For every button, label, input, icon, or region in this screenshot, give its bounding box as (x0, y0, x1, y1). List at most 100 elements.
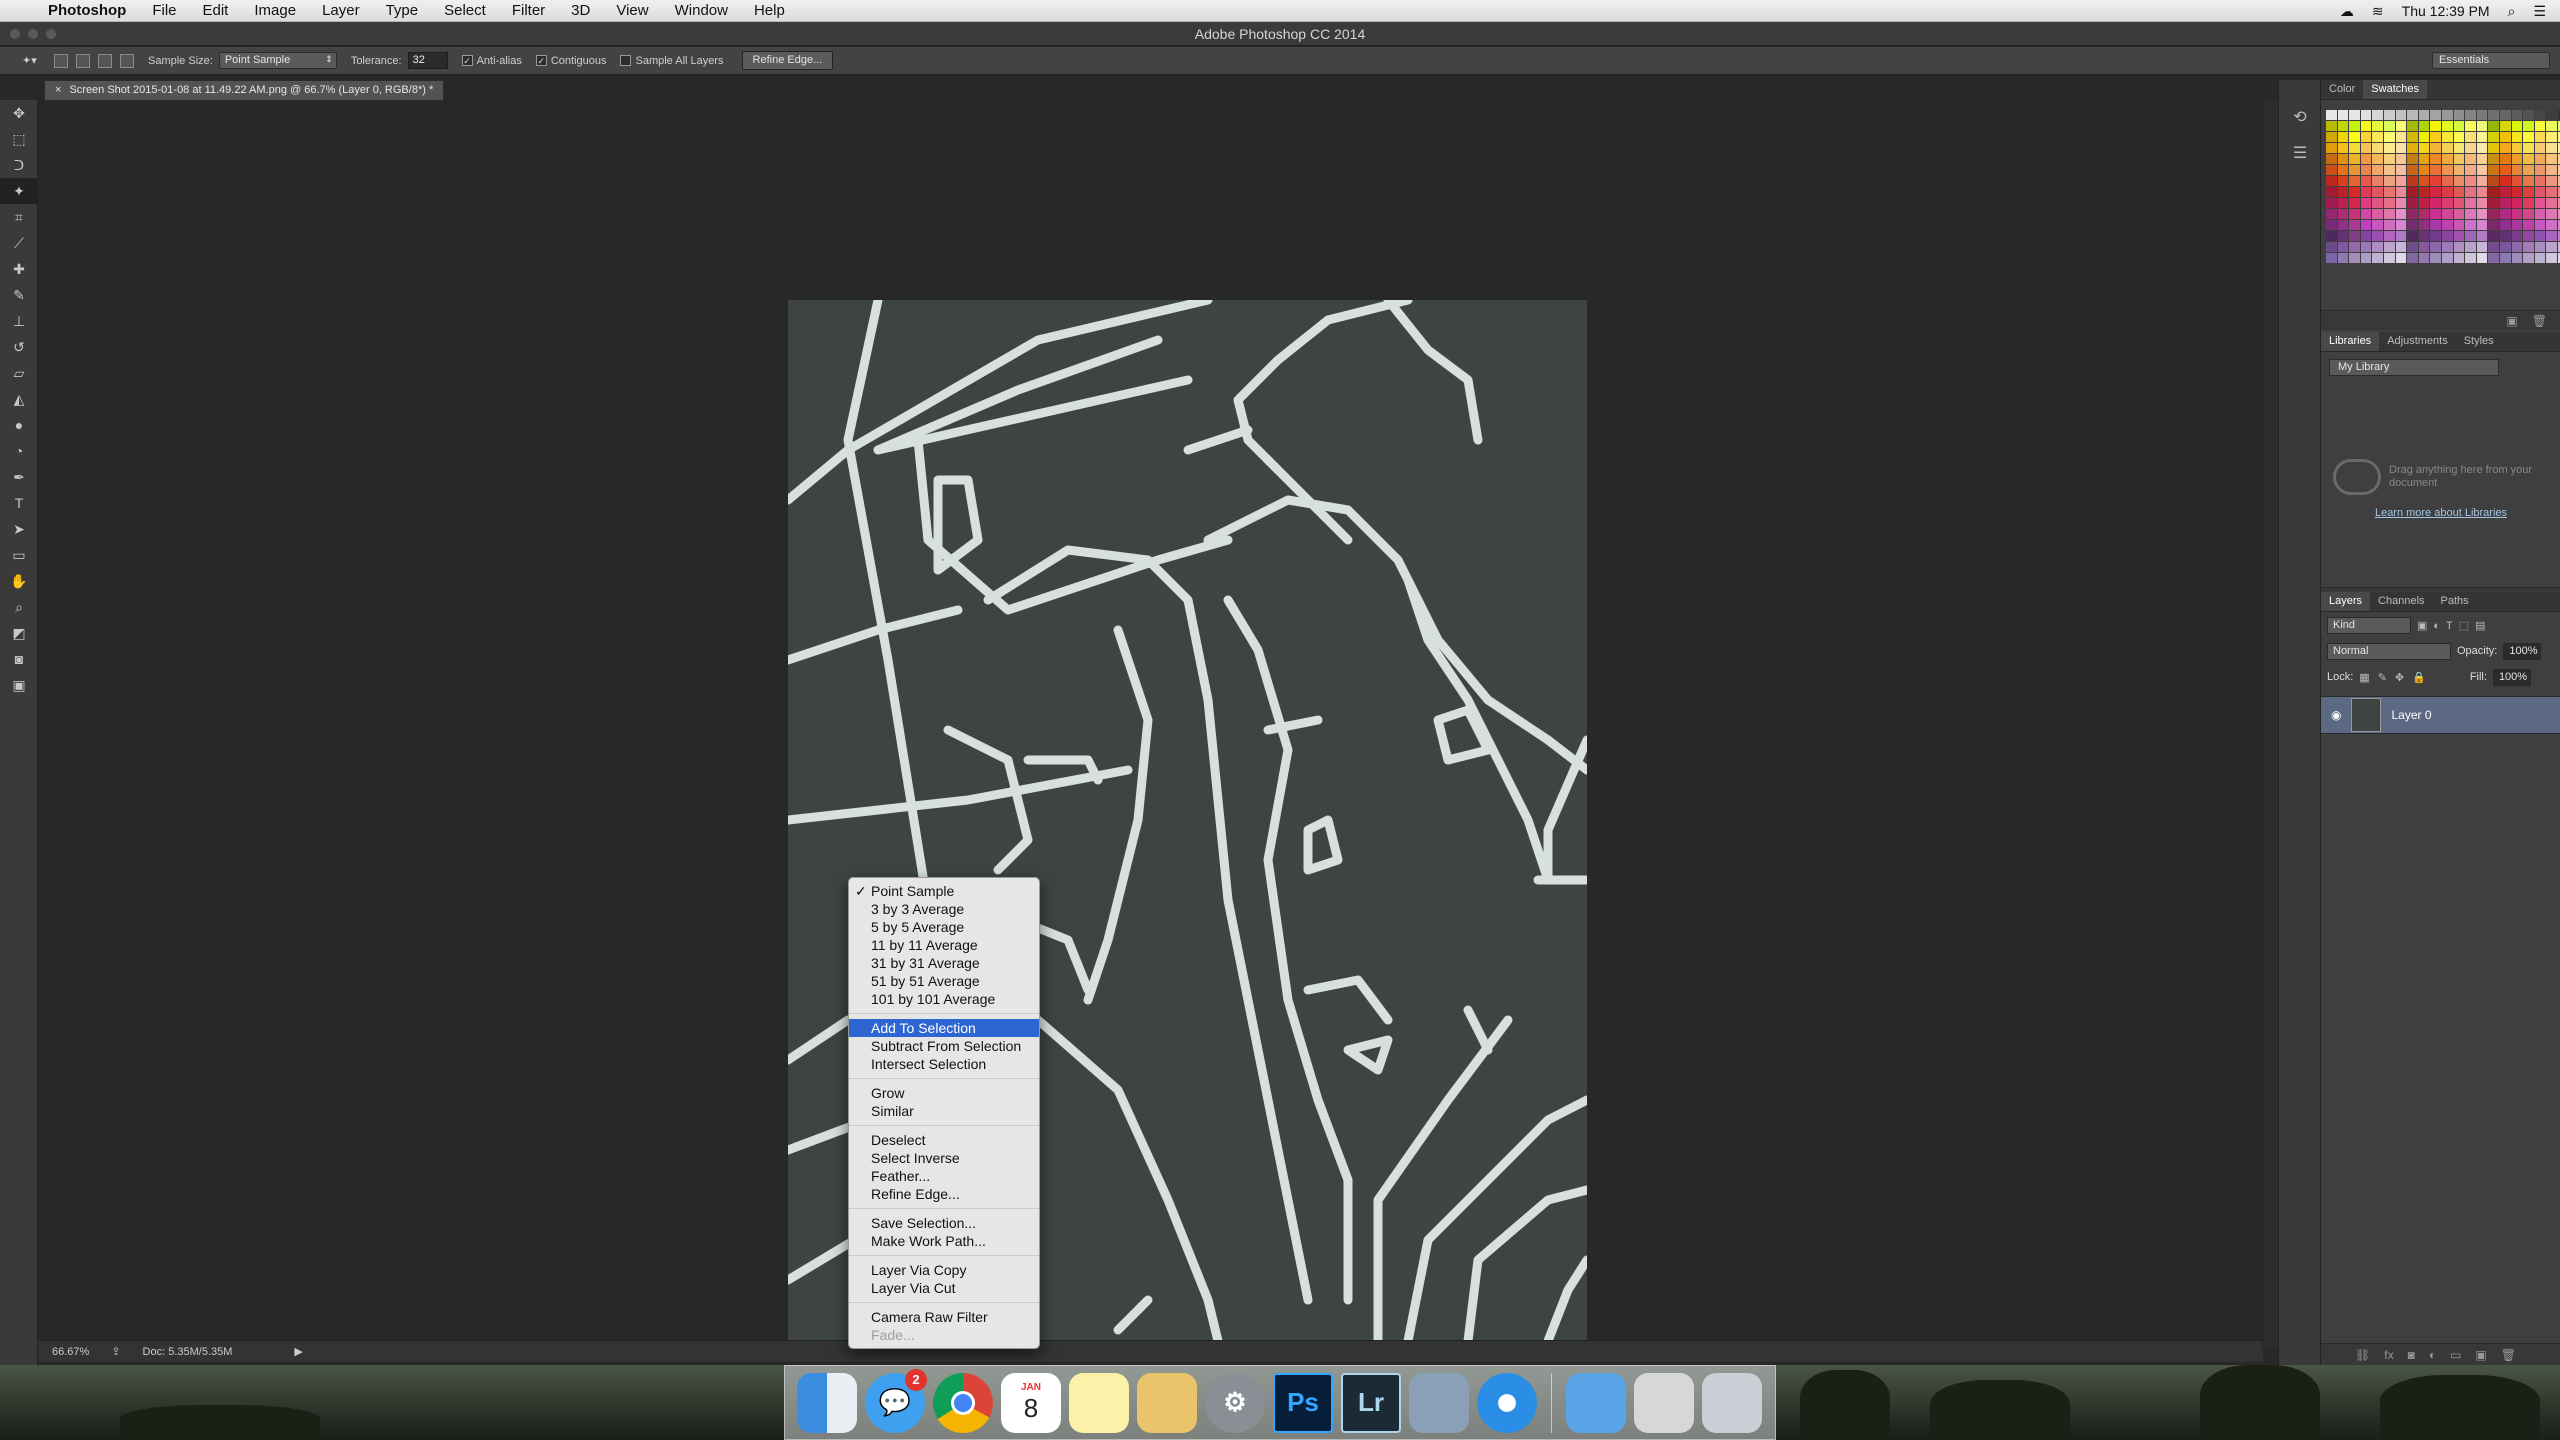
menu-filter[interactable]: Filter (512, 2, 545, 19)
swatch[interactable] (2360, 231, 2372, 241)
swatch[interactable] (2441, 187, 2453, 197)
swatch[interactable] (2488, 176, 2499, 186)
type-tool-icon[interactable]: T (0, 490, 38, 516)
swatch[interactable] (2337, 121, 2349, 131)
swatch[interactable] (2534, 176, 2546, 186)
swatch[interactable] (2360, 143, 2372, 153)
swatch[interactable] (2511, 187, 2523, 197)
swatch[interactable] (2349, 198, 2360, 208)
add-selection-icon[interactable] (76, 53, 90, 68)
swatch[interactable] (2372, 198, 2383, 208)
menu-layer[interactable]: Layer (322, 2, 360, 19)
swatch[interactable] (2476, 187, 2488, 197)
swatch[interactable] (2326, 110, 2337, 120)
tab-color[interactable]: Color (2321, 80, 2363, 99)
dodge-tool-icon[interactable]: ◔ (0, 438, 38, 464)
swatch[interactable] (2383, 165, 2395, 175)
healing-brush-tool-icon[interactable]: ✚ (0, 256, 38, 282)
swatch[interactable] (2372, 253, 2383, 263)
swatch[interactable] (2465, 132, 2476, 142)
swatch[interactable] (2546, 187, 2557, 197)
workspace-select[interactable]: Essentials (2432, 52, 2550, 69)
swatch[interactable] (2407, 242, 2418, 252)
documents-stack-icon[interactable] (1634, 1372, 1694, 1433)
swatch[interactable] (2488, 143, 2499, 153)
link-layers-icon[interactable]: ⛓ (2355, 1348, 2370, 1362)
swatch[interactable] (2488, 165, 2499, 175)
context-menu-item[interactable]: 5 by 5 Average (849, 918, 1039, 936)
swatch[interactable] (2441, 132, 2453, 142)
swatch[interactable] (2488, 121, 2499, 131)
swatch[interactable] (2465, 242, 2476, 252)
swatch[interactable] (2499, 154, 2511, 164)
menu-image[interactable]: Image (254, 2, 296, 19)
context-menu-item[interactable]: Select Inverse (849, 1149, 1039, 1167)
swatch[interactable] (2499, 110, 2511, 120)
swatch[interactable] (2337, 154, 2349, 164)
swatch[interactable] (2441, 176, 2453, 186)
swatch[interactable] (2499, 242, 2511, 252)
swatch[interactable] (2476, 176, 2488, 186)
swatch[interactable] (2395, 154, 2407, 164)
swatch[interactable] (2488, 220, 2499, 230)
swatch[interactable] (2337, 110, 2349, 120)
swatch[interactable] (2523, 176, 2534, 186)
swatch[interactable] (2395, 198, 2407, 208)
tab-channels[interactable]: Channels (2370, 592, 2432, 611)
swatch[interactable] (2372, 242, 2383, 252)
swatch[interactable] (2395, 209, 2407, 219)
swatch[interactable] (2349, 132, 2360, 142)
swatch[interactable] (2383, 154, 2395, 164)
swatch[interactable] (2534, 165, 2546, 175)
swatch[interactable] (2360, 121, 2372, 131)
swatch[interactable] (2360, 220, 2372, 230)
swatch[interactable] (2523, 143, 2534, 153)
swatch[interactable] (2453, 110, 2465, 120)
status-menu-arrow-icon[interactable]: ▶ (294, 1345, 302, 1358)
swatch[interactable] (2499, 176, 2511, 186)
swatch[interactable] (2360, 242, 2372, 252)
swatch[interactable] (2430, 132, 2441, 142)
menu-type[interactable]: Type (386, 2, 419, 19)
tab-swatches[interactable]: Swatches (2363, 80, 2427, 99)
swatch[interactable] (2349, 143, 2360, 153)
swatch[interactable] (2372, 121, 2383, 131)
swatch[interactable] (2453, 132, 2465, 142)
swatch[interactable] (2476, 253, 2488, 263)
swatch[interactable] (2383, 209, 2395, 219)
swatch[interactable] (2476, 110, 2488, 120)
spotlight-icon[interactable]: ⌕ (2508, 3, 2516, 20)
history-brush-tool-icon[interactable]: ↺ (0, 334, 38, 360)
swatch[interactable] (2523, 165, 2534, 175)
swatch[interactable] (2395, 165, 2407, 175)
context-menu-item[interactable]: Similar (849, 1102, 1039, 1120)
swatch[interactable] (2441, 110, 2453, 120)
swatch[interactable] (2534, 132, 2546, 142)
quick-mask-icon[interactable]: ◙ (0, 646, 38, 672)
swatch[interactable] (2511, 176, 2523, 186)
opacity-input[interactable]: 100% (2503, 642, 2542, 660)
swatch[interactable] (2546, 110, 2557, 120)
fill-input[interactable]: 100% (2492, 668, 2531, 686)
color-swatches-icon[interactable]: ◩ (0, 620, 38, 646)
swatch[interactable] (2453, 253, 2465, 263)
swatch[interactable] (2499, 132, 2511, 142)
delete-swatch-icon[interactable]: 🗑 (2532, 314, 2547, 328)
swatch[interactable] (2523, 132, 2534, 142)
tab-styles[interactable]: Styles (2456, 332, 2502, 351)
stamp-tool-icon[interactable]: ⊥ (0, 308, 38, 334)
context-menu-item[interactable]: Layer Via Copy (849, 1261, 1039, 1279)
calendar-icon[interactable]: JAN 8 (1001, 1372, 1061, 1433)
context-menu-item[interactable]: ✓ Point Sample (849, 882, 1039, 900)
swatch[interactable] (2418, 110, 2430, 120)
swatch[interactable] (2349, 209, 2360, 219)
context-menu-item[interactable]: Layer Via Cut (849, 1279, 1039, 1297)
new-swatch-icon[interactable]: ▣ (2506, 314, 2517, 328)
swatch[interactable] (2326, 121, 2337, 131)
swatch[interactable] (2372, 187, 2383, 197)
anti-alias-checkbox[interactable]: ✓ Anti-alias (461, 55, 522, 67)
swatch[interactable] (2476, 143, 2488, 153)
context-menu-item[interactable]: 3 by 3 Average (849, 900, 1039, 918)
swatch[interactable] (2407, 143, 2418, 153)
swatch[interactable] (2360, 187, 2372, 197)
